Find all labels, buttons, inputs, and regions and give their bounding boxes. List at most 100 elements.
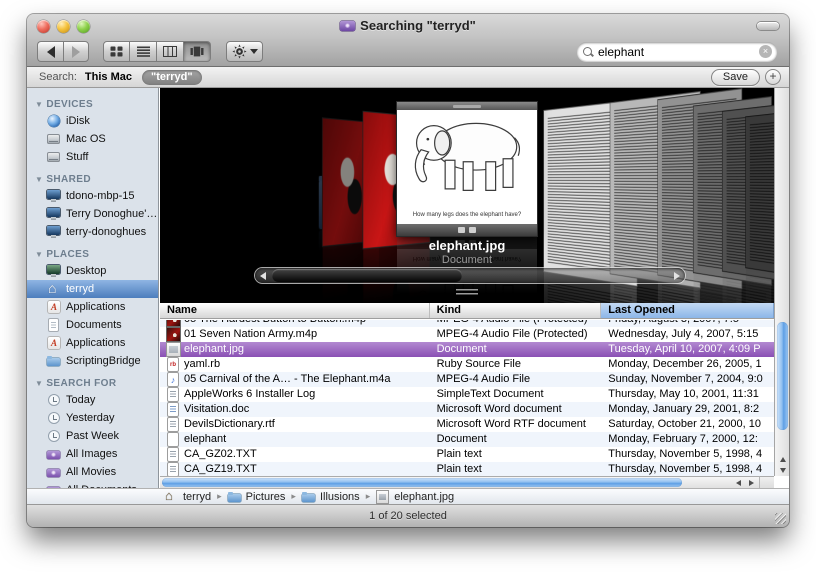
file-name: yaml.rb [184,357,220,372]
table-row[interactable]: 05 Carnival of the A… - The Elephant.m4a… [160,372,774,387]
file-last-opened: Wednesday, July 4, 2007, 5:15 [601,327,774,342]
back-button[interactable] [37,41,63,62]
sidebar-item-label: tdono-mbp-15 [66,190,135,202]
finder-window: Searching "terryd" [27,14,789,527]
path-item[interactable]: Pictures [211,491,285,503]
coverflow-resize-handle[interactable] [456,289,478,297]
list-view-button[interactable] [130,41,157,62]
file-kind: Ruby Source File [430,357,602,372]
file-kind: MPEG-4 Audio File (Protected) [430,320,602,327]
file-last-opened: Monday, January 29, 2001, 8:2 [601,402,774,417]
disclosure-triangle-icon[interactable]: ▼ [35,250,43,259]
table-row[interactable]: 01 Seven Nation Army.m4p MPEG-4 Audio Fi… [160,327,774,342]
elephant-illustration [403,110,531,206]
scope-this-mac-button[interactable]: This Mac [85,71,132,83]
scope-terryd-button[interactable]: "terryd" [142,70,202,85]
horizontal-scrollbar[interactable] [160,476,759,488]
file-last-opened: Thursday, November 5, 1998, 4 [601,462,774,477]
sidebar-item-label: Today [66,394,95,406]
file-icon [167,403,180,416]
resize-grip[interactable] [775,513,786,524]
table-row[interactable]: Visitation.doc Microsoft Word document M… [160,402,774,417]
path-item[interactable]: terryd [165,491,211,503]
scrubber-right-arrow-icon[interactable] [674,272,680,280]
sidebar-item-desktop[interactable]: Desktop [27,262,158,280]
scroll-down-button[interactable] [775,465,790,476]
column-view-button[interactable] [157,41,184,62]
search-scope-bar: Search: This Mac "terryd" Save + [27,67,789,88]
sidebar-item-terryd[interactable]: terryd [27,280,158,298]
sidebar-item-applications[interactable]: Applications [27,334,158,352]
scroll-up-button[interactable] [775,454,790,465]
column-header-name[interactable]: Name [160,303,430,318]
table-row[interactable]: 05 The Hardest Button to Button.m4p MPEG… [160,320,774,327]
sidebar-section-header[interactable]: ▼PLACES [35,249,158,260]
coverflow-area[interactable]: How many legs does the elephant have? el… [160,88,774,303]
icon-view-button[interactable] [103,41,130,62]
sidebar-item-tdono-mbp-15[interactable]: tdono-mbp-15 [27,187,158,205]
coverflow-view-button[interactable] [184,41,211,62]
vertical-scrollbar-thumb[interactable] [777,322,788,430]
coverflow-scrubber[interactable] [255,268,685,283]
clear-search-button[interactable]: × [759,45,772,58]
sidebar-item-applications[interactable]: Applications [27,298,158,316]
sidebar-item-yesterday[interactable]: Yesterday [27,409,158,427]
horizontal-scrollbar-thumb[interactable] [162,478,682,487]
forward-button[interactable] [63,41,89,62]
sidebar-item-all-movies[interactable]: All Movies [27,463,158,481]
disclosure-triangle-icon[interactable]: ▼ [35,100,43,109]
path-item-label: Illusions [320,491,360,503]
sidebar-item-stuff[interactable]: Stuff [27,148,158,166]
table-row[interactable]: DevilsDictionary.rtf Microsoft Word RTF … [160,417,774,432]
icon-view-icon [110,46,123,57]
file-name: CA_GZ19.TXT [184,462,257,477]
preview-toolbar [397,224,537,236]
search-field[interactable]: elephant × [577,42,777,61]
vertical-scrollbar[interactable] [774,88,789,476]
scrubber-thumb[interactable] [272,269,462,282]
coverflow-selected-name: elephant.jpg [160,238,774,253]
sidebar-section-header[interactable]: ▼SEARCH FOR [35,378,158,389]
sidebar-section-header[interactable]: ▼DEVICES [35,99,158,110]
file-kind: Document [430,342,602,357]
sidebar-item-documents[interactable]: Documents [27,316,158,334]
coverflow-selected-preview[interactable]: How many legs does the elephant have? [397,102,537,236]
toolbar-toggle-button[interactable] [757,22,779,30]
sidebar-section-header[interactable]: ▼SHARED [35,174,158,185]
file-name: 05 Carnival of the A… - The Elephant.m4a [184,372,390,387]
save-search-button[interactable]: Save [711,69,760,86]
table-row[interactable]: elephant Document Monday, February 7, 20… [160,432,774,447]
disclosure-triangle-icon[interactable]: ▼ [35,379,43,388]
file-icon [167,320,180,326]
file-name: elephant [184,432,226,447]
table-row[interactable]: elephant.jpg Document Tuesday, April 10,… [160,342,774,357]
column-header-kind[interactable]: Kind [430,303,602,318]
sidebar-item-all-images[interactable]: All Images [27,445,158,463]
sidebar-item-terry-donoghue-[interactable]: Terry Donoghue'… [27,205,158,223]
title-bar[interactable]: Searching "terryd" [27,14,789,38]
add-criteria-button[interactable]: + [765,69,781,85]
table-row[interactable]: yaml.rb Ruby Source File Monday, Decembe… [160,357,774,372]
sidebar-item-today[interactable]: Today [27,391,158,409]
table-row[interactable]: CA_GZ02.TXT Plain text Thursday, Novembe… [160,447,774,462]
list-view-icon [137,46,150,57]
path-item[interactable]: elephant.jpg [360,491,454,503]
sidebar-item-all-documents[interactable]: All Documents [27,481,158,488]
sidebar-item-terry-donoghues[interactable]: terry-donoghues [27,223,158,241]
sidebar-item-past-week[interactable]: Past Week [27,427,158,445]
file-icon [167,388,180,401]
table-row[interactable]: AppleWorks 6 Installer Log SimpleText Do… [160,387,774,402]
search-input[interactable]: elephant [598,45,759,59]
action-menu-button[interactable] [226,41,263,62]
path-item-icon [228,491,242,503]
window-title-group: Searching "terryd" [27,18,789,33]
sidebar-item-scriptingbridge[interactable]: ScriptingBridge [27,352,158,370]
path-item[interactable]: Illusions [285,491,359,503]
list-header: Name Kind Last Opened [160,303,774,319]
sidebar-item-idisk[interactable]: iDisk [27,112,158,130]
sidebar-item-mac-os[interactable]: Mac OS [27,130,158,148]
column-header-last-opened[interactable]: Last Opened [601,303,774,318]
table-row[interactable]: CA_GZ19.TXT Plain text Thursday, Novembe… [160,462,774,477]
disclosure-triangle-icon[interactable]: ▼ [35,175,43,184]
scrubber-left-arrow-icon[interactable] [260,272,266,280]
